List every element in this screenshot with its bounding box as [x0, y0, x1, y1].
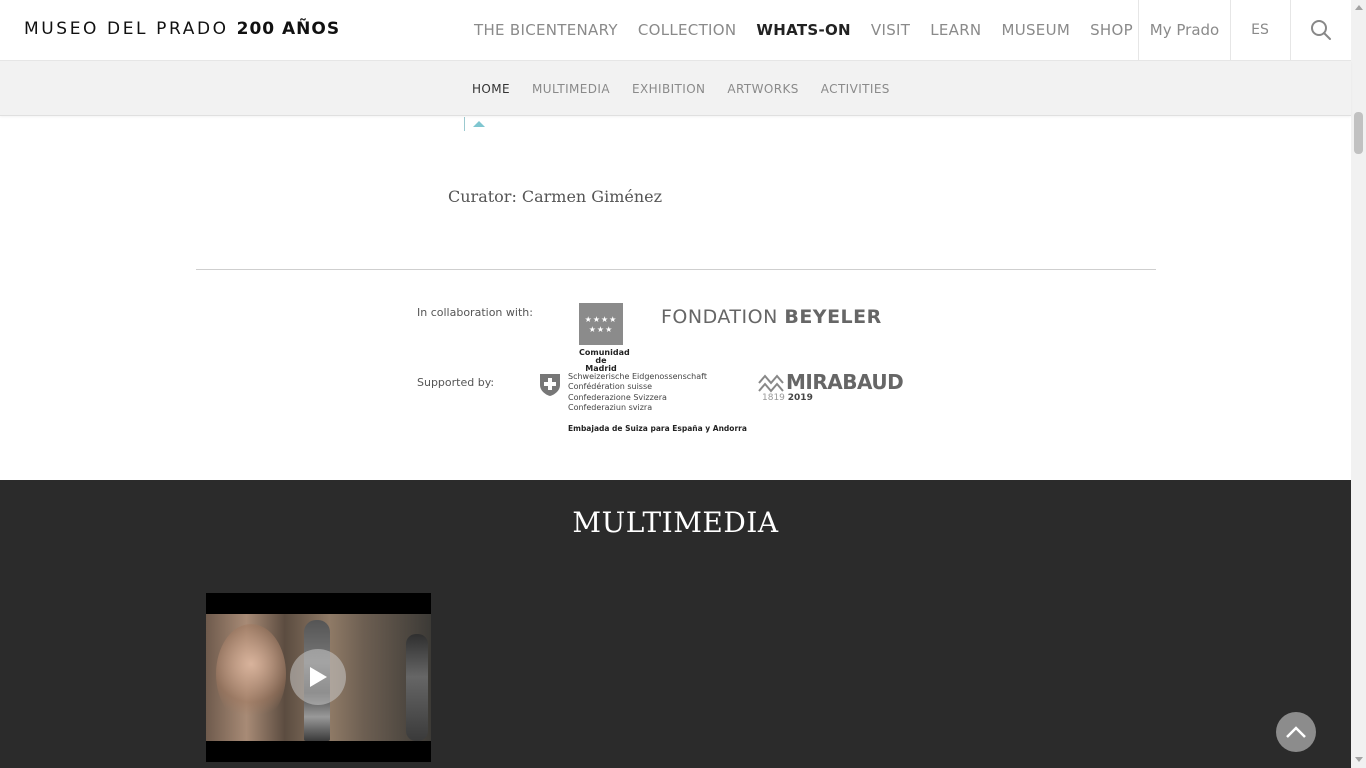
- nav-item-whats-on[interactable]: WHATS-ON: [756, 0, 851, 60]
- swiss-line-3: Confederazione Svizzera: [568, 392, 667, 402]
- main-nav: THE BICENTENARY COLLECTION WHATS-ON VISI…: [474, 0, 1153, 60]
- play-button[interactable]: [290, 649, 346, 705]
- multimedia-title: MULTIMEDIA: [572, 506, 779, 539]
- logo-bold-text: 200 AÑOS: [236, 19, 341, 39]
- video-background-figure: [216, 624, 286, 724]
- swiss-line-4: Confederaziun svizra: [568, 402, 653, 412]
- comunidad-de-madrid-logo[interactable]: ★★★★ ★★★ Comunidad de Madrid: [579, 303, 630, 373]
- tab-activities[interactable]: ACTIVITIES: [821, 61, 890, 115]
- nav-item-visit[interactable]: VISIT: [871, 0, 910, 60]
- scroll-up-arrow-icon[interactable]: [1355, 5, 1363, 10]
- collapse-line: [464, 117, 465, 131]
- collapse-up-icon[interactable]: [473, 121, 485, 127]
- nav-item-learn[interactable]: LEARN: [930, 0, 981, 60]
- tab-artworks[interactable]: ARTWORKS: [727, 61, 798, 115]
- multimedia-section: MULTIMEDIA: [0, 480, 1351, 768]
- site-logo[interactable]: MUSEO DEL PRADO 200 AÑOS: [24, 19, 340, 39]
- curator-name: Carmen Giménez: [521, 187, 663, 206]
- tab-exhibition[interactable]: EXHIBITION: [632, 61, 705, 115]
- search-button[interactable]: [1291, 0, 1351, 60]
- nav-item-collection[interactable]: COLLECTION: [638, 0, 737, 60]
- my-prado-link[interactable]: My Prado: [1138, 0, 1231, 60]
- scroll-thumb[interactable]: [1354, 112, 1363, 154]
- tab-multimedia[interactable]: MULTIMEDIA: [532, 61, 610, 115]
- nav-item-shop[interactable]: SHOP: [1090, 0, 1133, 60]
- logo-text: MUSEO DEL PRADO: [24, 19, 229, 39]
- madrid-name-line-2: de Madrid: [585, 356, 617, 373]
- madrid-flag-icon: ★★★★ ★★★: [579, 303, 623, 345]
- fondation-beyeler-logo[interactable]: FONDATION BEYELER: [661, 306, 882, 328]
- swiss-confederation-text[interactable]: Schweizerische Eidgenossenschaft Confédé…: [568, 372, 707, 413]
- supported-by-label: Supported by:: [417, 376, 495, 389]
- chevron-up-icon: [1286, 726, 1306, 738]
- mirabaud-wave-icon: [758, 374, 784, 393]
- page-scrollbar[interactable]: [1351, 0, 1366, 768]
- swiss-line-1: Schweizerische Eidgenossenschaft: [568, 372, 707, 381]
- back-to-top-button[interactable]: [1276, 712, 1316, 752]
- scroll-down-arrow-icon[interactable]: [1355, 757, 1363, 762]
- mirabaud-logo[interactable]: MIRABAUD 1819 2019: [758, 370, 904, 406]
- beyeler-light-text: FONDATION: [661, 306, 778, 328]
- curator-line: Curator: Carmen Giménez: [448, 187, 662, 206]
- beyeler-bold-text: BEYELER: [784, 306, 882, 328]
- mirabaud-year-start: 1819: [762, 393, 785, 403]
- collaboration-label: In collaboration with:: [417, 306, 533, 319]
- video-sculpture-secondary: [406, 634, 428, 741]
- search-icon: [1311, 20, 1331, 40]
- swiss-shield-icon: [540, 374, 560, 396]
- nav-item-museum[interactable]: MUSEUM: [1001, 0, 1070, 60]
- swiss-line-2: Confédération suisse: [568, 382, 653, 392]
- play-icon: [310, 667, 327, 687]
- language-switch[interactable]: ES: [1230, 0, 1291, 60]
- video-thumbnail[interactable]: [206, 593, 431, 762]
- mirabaud-year-end: 2019: [787, 393, 813, 403]
- sub-nav: HOME MULTIMEDIA EXHIBITION ARTWORKS ACTI…: [0, 61, 1351, 116]
- mirabaud-name: MIRABAUD: [786, 370, 904, 394]
- video-frame: [206, 614, 431, 741]
- mirabaud-years: 1819 2019: [762, 393, 813, 403]
- section-divider: [196, 269, 1156, 270]
- swiss-embassy-text: Embajada de Suiza para España y Andorra: [568, 424, 747, 433]
- curator-label: Curator:: [448, 187, 517, 206]
- nav-item-bicentenary[interactable]: THE BICENTENARY: [474, 0, 618, 60]
- tab-home[interactable]: HOME: [472, 61, 510, 115]
- top-header: MUSEO DEL PRADO 200 AÑOS THE BICENTENARY…: [0, 0, 1351, 61]
